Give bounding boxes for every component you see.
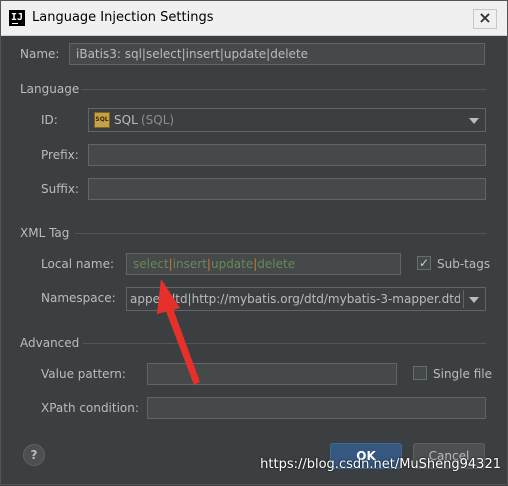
dialog-window: IJ Language Injection Settings × Name: i… [0,0,508,485]
red-arrow [157,279,200,385]
watermark-text: https://blog.csdn.net/MuSheng94321 [260,457,501,472]
